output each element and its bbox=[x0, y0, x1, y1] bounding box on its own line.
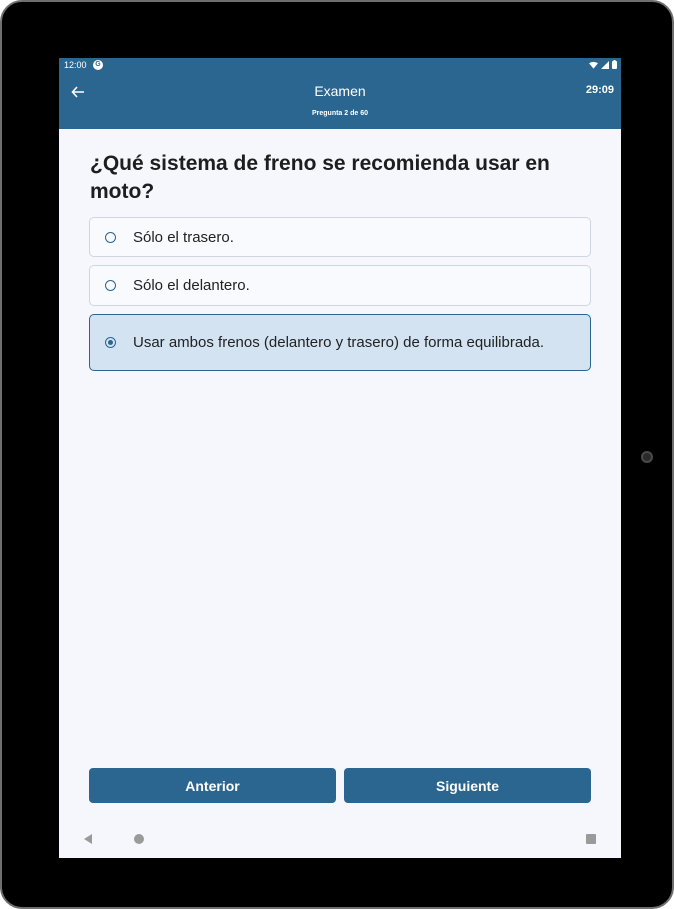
previous-button[interactable]: Anterior bbox=[89, 768, 336, 803]
answer-option-label: Sólo el delantero. bbox=[133, 277, 250, 294]
app-screen: 12:00 G Examen Pregunta 2 de 60 29:09 ¿Q… bbox=[59, 58, 621, 858]
status-icons bbox=[589, 60, 617, 69]
answer-option-3[interactable]: Usar ambos frenos (delantero y trasero) … bbox=[89, 314, 591, 371]
status-bar: 12:00 G bbox=[59, 58, 621, 73]
recents-square-icon[interactable] bbox=[586, 834, 596, 844]
radio-button-selected-icon[interactable] bbox=[105, 337, 116, 348]
page-title: Examen bbox=[314, 83, 366, 99]
signal-icon bbox=[601, 60, 609, 69]
answer-option-2[interactable]: Sólo el delantero. bbox=[89, 265, 591, 306]
answer-option-label: Usar ambos frenos (delantero y trasero) … bbox=[133, 334, 545, 351]
answer-option-label: Sólo el trasero. bbox=[133, 228, 234, 246]
question-text: ¿Qué sistema de freno se recomienda usar… bbox=[90, 152, 550, 203]
system-nav-bar bbox=[59, 822, 621, 858]
radio-button-icon[interactable] bbox=[105, 280, 116, 291]
battery-icon bbox=[612, 60, 617, 69]
google-play-icon: G bbox=[93, 60, 103, 70]
tablet-frame: 12:00 G Examen Pregunta 2 de 60 29:09 ¿Q… bbox=[0, 0, 674, 909]
app-bar: Examen Pregunta 2 de 60 29:09 bbox=[59, 73, 621, 129]
exam-timer: 29:09 bbox=[585, 84, 614, 96]
question-counter: Pregunta 2 de 60 bbox=[311, 110, 369, 117]
answer-option-1[interactable]: Sólo el trasero. bbox=[89, 217, 591, 257]
home-circle-icon[interactable] bbox=[134, 834, 144, 844]
next-button[interactable]: Siguiente bbox=[344, 768, 591, 803]
radio-button-icon[interactable] bbox=[105, 231, 116, 243]
back-triangle-icon[interactable] bbox=[84, 834, 92, 844]
wifi-icon bbox=[589, 61, 598, 69]
status-time: 12:00 bbox=[64, 60, 87, 70]
camera-dot bbox=[641, 451, 653, 463]
